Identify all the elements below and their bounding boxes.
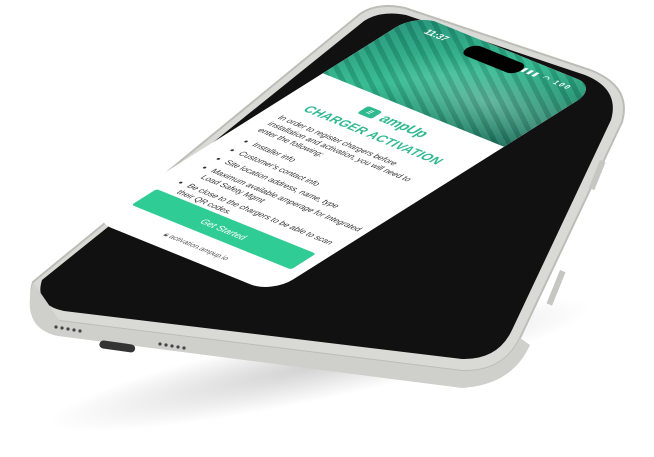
wifi-icon: ◠ xyxy=(538,74,555,83)
status-time: 11:37 xyxy=(421,27,453,43)
battery-icon: 100 xyxy=(550,79,575,92)
phone-photo-scene: 11:37 ▮▮▮ ◠ 100 // ampUp CHARGER ACTIVAT… xyxy=(0,0,654,457)
logo-mark-icon: // xyxy=(356,105,383,119)
